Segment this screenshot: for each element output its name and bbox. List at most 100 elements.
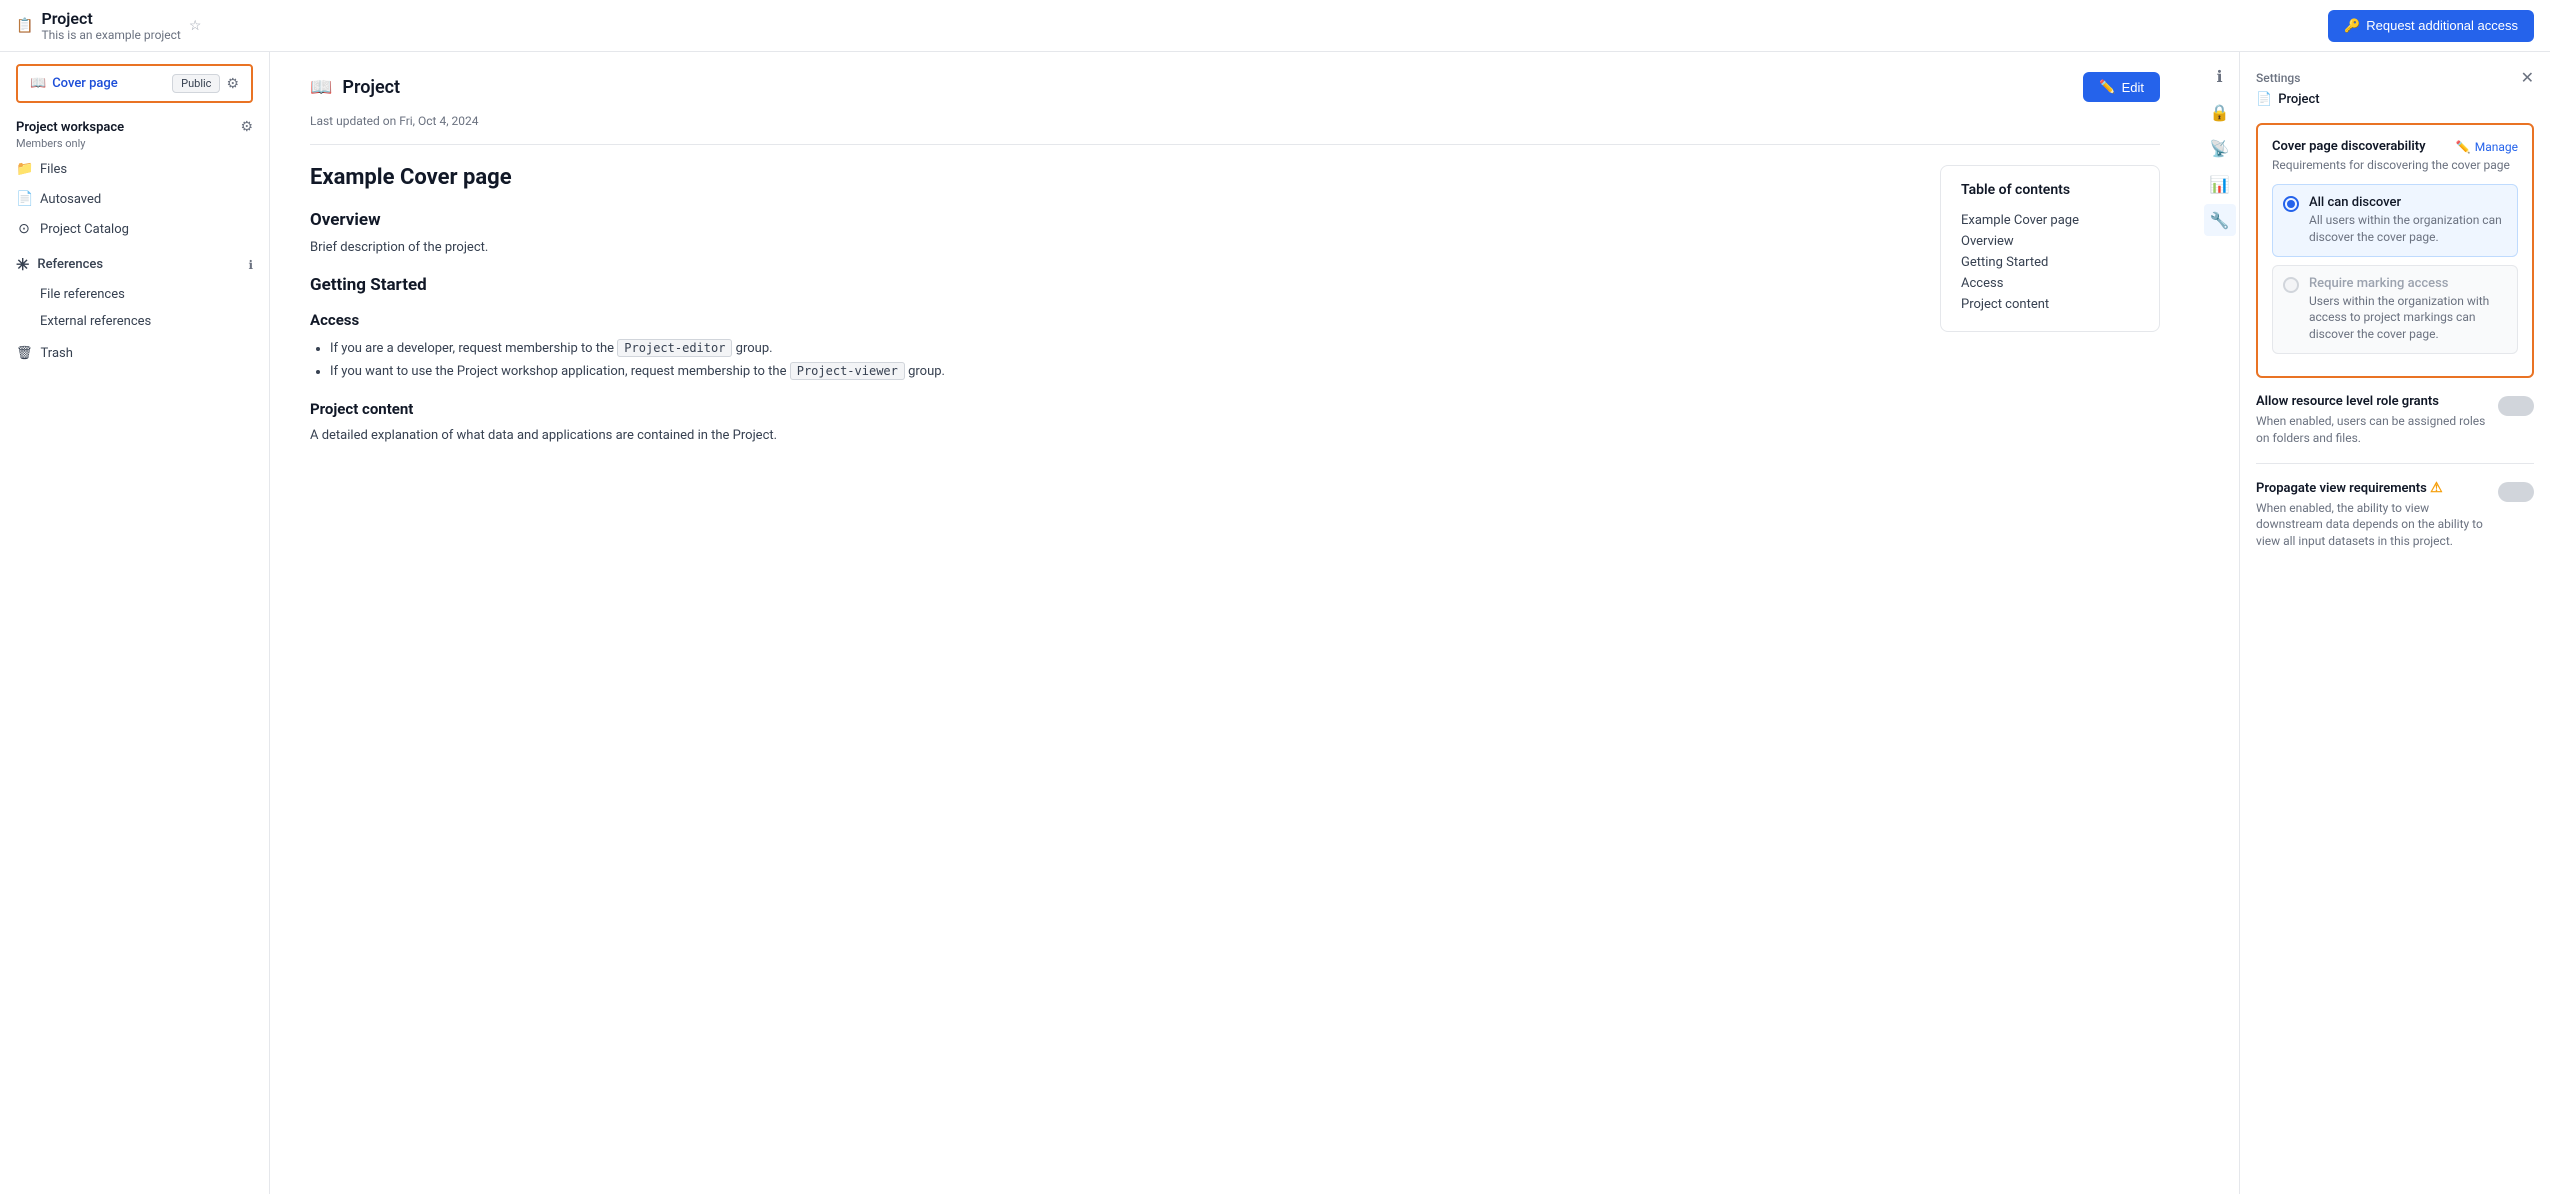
sidebar-item-file-references[interactable]: File references [0, 281, 269, 308]
overview-text: Brief description of the project. [310, 238, 1916, 259]
chart-panel-icon[interactable]: 📊 [2204, 168, 2236, 200]
autosaved-label: Autosaved [40, 192, 101, 207]
all-discover-label: All can discover [2309, 195, 2507, 210]
info-panel-icon[interactable]: ℹ [2204, 60, 2236, 92]
toc-item-2[interactable]: Overview [1961, 231, 2139, 252]
request-access-label: Request additional access [2366, 18, 2518, 33]
require-marking-radio [2283, 277, 2299, 293]
all-discover-description: All users within the organization can di… [2309, 212, 2507, 246]
content-page-icon: 📖 [310, 77, 332, 98]
workspace-title: Project workspace [16, 120, 124, 135]
key-icon: 🔑 [2344, 18, 2360, 34]
public-badge: Public [172, 74, 220, 93]
article-body: Example Cover page Overview Brief descri… [310, 165, 1916, 454]
sidebar-item-autosaved[interactable]: 📄 Autosaved [0, 184, 269, 214]
require-marking-option[interactable]: Require marking access Users within the … [2272, 265, 2518, 354]
settings-title: Settings [2256, 71, 2300, 85]
project-subtitle: This is an example project [41, 28, 180, 42]
references-section: ✳ References ℹ File references External … [0, 244, 269, 339]
sidebar-item-files[interactable]: 📁 Files [0, 154, 269, 184]
workspace-section: Project workspace ⚙ Members only [0, 111, 269, 154]
settings-close-button[interactable]: ✕ [2521, 68, 2534, 88]
toc-title: Table of contents [1961, 182, 2139, 198]
workspace-subtitle: Members only [16, 137, 253, 150]
project-editor-badge: Project-editor [617, 339, 732, 357]
wrench-panel-icon[interactable]: 🔧 [2204, 204, 2236, 236]
catalog-icon: ⊙ [16, 221, 32, 237]
propagate-section: Propagate view requirements ⚠ When enabl… [2256, 480, 2534, 566]
toc-item-1[interactable]: Example Cover page [1961, 210, 2139, 231]
project-content-text: A detailed explanation of what data and … [310, 426, 1916, 447]
references-label: References [37, 257, 103, 272]
edit-icon: ✏️ [2099, 79, 2115, 95]
article-title: Example Cover page [310, 165, 1916, 190]
book-icon: 📖 [30, 76, 46, 91]
propagate-toggle[interactable] [2498, 482, 2534, 502]
content-title: Project [342, 77, 400, 98]
toc-item-5[interactable]: Project content [1961, 294, 2139, 315]
discoverability-title: Cover page discoverability [2272, 139, 2426, 154]
toc-item-4[interactable]: Access [1961, 273, 2139, 294]
propagate-warning-icon: ⚠ [2430, 480, 2443, 496]
role-grants-toggle[interactable] [2498, 396, 2534, 416]
bullet-item-2: If you want to use the Project workshop … [330, 360, 1916, 383]
role-grants-title: Allow resource level role grants [2256, 394, 2486, 409]
right-panel-icons: ℹ 🔒 📡 📊 🔧 [2200, 52, 2240, 1194]
cover-page-label: Cover page [52, 76, 118, 91]
project-title: Project [41, 9, 180, 28]
files-label: Files [40, 162, 67, 177]
settings-project-label: 📄 Project [2256, 92, 2534, 107]
files-icon: 📁 [16, 161, 32, 177]
cover-page-gear-icon[interactable]: ⚙ [226, 76, 239, 92]
edit-button[interactable]: ✏️ Edit [2083, 72, 2160, 102]
sidebar: 📖 Cover page Public ⚙ Project workspace … [0, 52, 270, 1194]
settings-header: Settings ✕ [2256, 68, 2534, 88]
sidebar-item-external-references[interactable]: External references [0, 308, 269, 335]
all-discover-radio [2283, 196, 2299, 212]
discoverability-desc: Requirements for discovering the cover p… [2272, 158, 2518, 172]
project-viewer-badge: Project-viewer [790, 362, 905, 380]
project-doc-icon: 📋 [16, 18, 33, 34]
references-info-icon[interactable]: ℹ [248, 258, 253, 272]
lock-panel-icon[interactable]: 🔒 [2204, 96, 2236, 128]
bullet-item-1: If you are a developer, request membersh… [330, 337, 1916, 360]
star-icon[interactable]: ☆ [189, 18, 202, 34]
manage-link[interactable]: ✏️ Manage [2456, 140, 2518, 154]
discoverability-card: Cover page discoverability ✏️ Manage Req… [2256, 123, 2534, 378]
toc-item-3[interactable]: Getting Started [1961, 252, 2139, 273]
getting-started-heading: Getting Started [310, 275, 1916, 295]
role-grants-section: Allow resource level role grants When en… [2256, 394, 2534, 464]
edit-manage-icon: ✏️ [2456, 140, 2471, 154]
sidebar-nav-section: 📁 Files 📄 Autosaved ⊙ Project Catalog [0, 154, 269, 244]
trash-icon: 🗑 [16, 346, 33, 361]
role-grants-desc: When enabled, users can be assigned role… [2256, 413, 2486, 447]
catalog-label: Project Catalog [40, 222, 129, 237]
all-can-discover-option[interactable]: All can discover All users within the or… [2272, 184, 2518, 257]
right-panel-layout: ℹ 🔒 📡 📊 🔧 Settings ✕ 📄 Project Cover pag… [2200, 52, 2550, 1194]
access-bullet-list: If you are a developer, request membersh… [330, 337, 1916, 384]
request-access-button[interactable]: 🔑 Request additional access [2328, 10, 2534, 42]
main-layout: 📖 Cover page Public ⚙ Project workspace … [0, 52, 2550, 1194]
asterisk-icon: ✳ [16, 255, 29, 274]
main-content-flex: Example Cover page Overview Brief descri… [310, 165, 2160, 454]
workspace-gear-icon[interactable]: ⚙ [240, 119, 253, 135]
sidebar-item-project-catalog[interactable]: ⊙ Project Catalog [0, 214, 269, 244]
project-content-subheading: Project content [310, 400, 1916, 418]
rss-panel-icon[interactable]: 📡 [2204, 132, 2236, 164]
settings-project-name: Project [2278, 92, 2319, 107]
sidebar-item-cover-page[interactable]: 📖 Cover page Public ⚙ [16, 64, 253, 103]
access-subheading: Access [310, 311, 1916, 329]
top-bar-left: 📋 Project This is an example project ☆ [16, 9, 201, 42]
last-updated: Last updated on Fri, Oct 4, 2024 [310, 110, 2160, 145]
overview-heading: Overview [310, 210, 1916, 230]
sidebar-item-trash[interactable]: 🗑 Trash [0, 339, 269, 368]
toc-card: Table of contents Example Cover page Ove… [1940, 165, 2160, 332]
require-marking-label: Require marking access [2309, 276, 2507, 291]
settings-panel: Settings ✕ 📄 Project Cover page discover… [2240, 52, 2550, 1194]
trash-label: Trash [41, 346, 73, 361]
manage-label: Manage [2475, 140, 2518, 154]
top-bar: 📋 Project This is an example project ☆ 🔑… [0, 0, 2550, 52]
content-header: 📖 Project ✏️ Edit [310, 72, 2160, 110]
autosaved-icon: 📄 [16, 191, 32, 207]
references-header[interactable]: ✳ References ℹ [0, 248, 269, 281]
